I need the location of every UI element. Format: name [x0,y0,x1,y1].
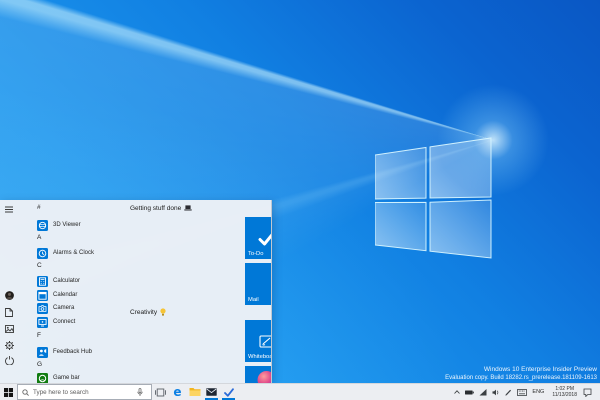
app-list-item-alarms-clock[interactable]: Alarms & Clock [37,247,94,259]
edge-icon: e [173,385,182,399]
app-list-item-3d-viewer[interactable]: 3D Viewer [37,219,81,231]
app-list-section-header[interactable]: G [37,359,42,370]
clock[interactable]: 1:02 PM 11/13/2018 [549,386,580,399]
tray-time: 1:02 PM [555,385,574,392]
taskbar-search[interactable] [17,384,152,400]
start-menu: # 3D Viewer A Alarms & Clock C Calculato… [0,200,272,383]
watermark-line1: Windows 10 Enterprise Insider Preview [483,366,597,374]
app-list-section-header[interactable]: A [37,232,41,243]
alarms-clock-icon [37,247,48,259]
search-input[interactable] [33,388,133,396]
pictures-button[interactable] [4,324,14,334]
app-list-section-header[interactable]: C [37,260,42,271]
search-icon [22,388,29,396]
calendar-icon [37,289,48,301]
3d-viewer-icon [37,219,48,231]
lightbulb-icon [160,308,166,316]
pen-icon [505,389,512,396]
user-avatar-icon [4,290,14,300]
tile-mail[interactable]: Mail [245,263,271,305]
documents-button[interactable] [4,307,14,317]
connect-icon [37,316,48,328]
start-tiles-panel: Getting stuff done To-Do !Catching up ov… [120,200,271,383]
game-bar-icon [37,372,48,383]
system-tray: ENG 1:02 PM 11/13/2018 [451,384,600,400]
keyboard-icon [517,388,527,396]
app-list-item-calculator[interactable]: Calculator [37,275,80,287]
tray-date: 11/13/2018 [552,392,577,398]
tile-paint3d[interactable] [245,366,271,383]
paint3d-balloon-icon [257,371,271,383]
laptop-icon [184,205,192,211]
gear-icon [4,340,14,350]
language-indicator[interactable]: ENG [529,389,547,395]
app-list-section-header[interactable]: F [37,330,41,341]
user-account-button[interactable] [4,290,14,300]
network-button[interactable] [477,384,488,400]
app-list-item-calendar[interactable]: Calendar [37,289,77,301]
file-explorer-button[interactable] [186,384,203,400]
action-center-button[interactable] [582,384,593,400]
task-view-icon [155,388,166,396]
app-list-item-camera[interactable]: Camera [37,302,74,314]
start-app-list: # 3D Viewer A Alarms & Clock C Calculato… [17,200,120,383]
app-list-item-feedback-hub[interactable]: Feedback Hub [37,346,92,358]
file-explorer-icon [189,388,200,396]
task-view-button[interactable] [152,384,169,400]
whiteboard-icon [259,334,271,348]
network-icon [479,388,487,395]
power-icon [4,355,14,365]
taskbar-empty-area [237,384,451,400]
tile-todo[interactable]: To-Do [245,217,271,259]
mail-icon [206,388,217,396]
documents-icon [5,307,13,317]
hidden-icons-button[interactable] [451,384,462,400]
taskbar: e ENG 1:02 PM 11/13/2018 [0,383,600,400]
tile-group-header-1[interactable]: Getting stuff done [130,203,192,213]
power-button[interactable] [4,355,14,365]
tile-whiteboard[interactable]: Whiteboard [245,320,271,362]
insider-watermark: Windows 10 Enterprise Insider Preview Ev… [445,366,597,382]
edge-button[interactable]: e [169,384,186,400]
todo-check-icon [223,387,234,397]
touch-keyboard-button[interactable] [516,384,527,400]
windows-start-icon [4,387,13,397]
windows-logo-wallpaper [375,137,492,259]
hamburger-icon [5,206,13,212]
pen-button[interactable] [503,384,514,400]
app-list-item-game-bar[interactable]: Game bar [37,372,80,383]
tile-group-header-2[interactable]: Creativity [130,307,166,317]
calculator-icon [37,275,48,287]
todo-check-icon [258,233,271,245]
volume-button[interactable] [490,384,501,400]
start-rail [0,200,17,383]
microphone-icon[interactable] [137,387,143,397]
action-center-icon [583,388,592,397]
desktop[interactable]: Windows 10 Enterprise Insider Preview Ev… [0,0,600,400]
todo-button[interactable] [220,384,237,400]
battery-button[interactable] [464,384,475,400]
app-list-item-connect[interactable]: Connect [37,316,75,328]
settings-button[interactable] [4,340,14,350]
watermark-line2: Evaluation copy. Build 18282.rs_prerelea… [445,374,597,381]
chevron-up-icon [454,390,460,394]
expand-menu-button[interactable] [4,204,14,214]
mail-button[interactable] [203,384,220,400]
speaker-icon [492,389,499,395]
camera-icon [37,302,48,314]
battery-icon [465,390,475,394]
start-button[interactable] [0,384,17,400]
app-list-section-header[interactable]: # [37,202,41,213]
feedback-hub-icon [37,346,48,358]
pictures-icon [4,325,14,333]
